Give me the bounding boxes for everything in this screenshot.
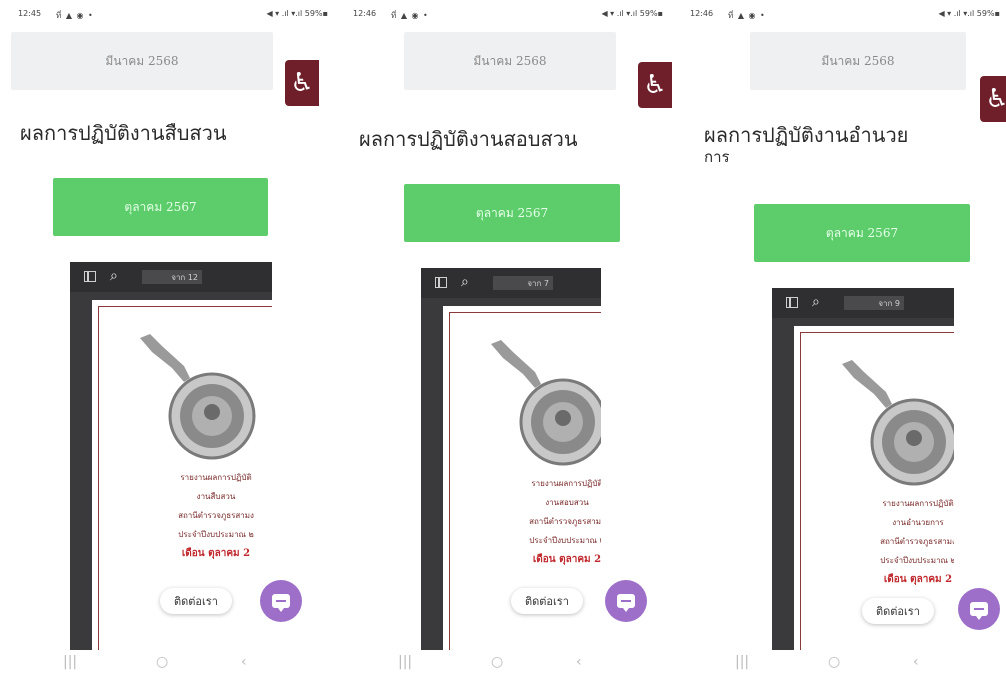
contact-button[interactable]: ติดต่อเรา xyxy=(862,598,934,624)
status-bar: 12:45 ที่ ▲ ◉ • ◀ ▾ .ıl ▾.ıl 59%▪ xyxy=(18,9,328,21)
home-button[interactable]: ○ xyxy=(156,654,168,670)
pdf-toolbar: ⌕ จาก 7 xyxy=(421,268,601,298)
month-button[interactable]: ตุลาคม 2567 xyxy=(53,178,268,236)
wheelchair-icon[interactable]: ♿ xyxy=(638,62,672,108)
doc-line-1: รายงานผลการปฏิบัติ xyxy=(882,499,954,508)
back-button[interactable]: ‹ xyxy=(913,654,919,670)
page-indicator[interactable]: จาก 12 xyxy=(142,270,202,284)
page-title-line-2: การ xyxy=(704,148,730,166)
page-title-line-1: ผลการปฏิบัติงานอำนวย xyxy=(704,123,909,147)
wheelchair-icon[interactable]: ♿ xyxy=(285,60,319,106)
chat-bubble-icon[interactable] xyxy=(260,580,302,622)
garuda-emblem xyxy=(491,340,601,466)
chat-bubble-icon[interactable] xyxy=(958,588,1000,630)
chat-bubble-icon[interactable] xyxy=(605,580,647,622)
search-icon[interactable]: ⌕ xyxy=(812,294,820,310)
doc-line-3: สถานีตำรวจภูธรสามง xyxy=(529,517,601,526)
doc-line-4: ประจำปีงบประมาณ ๒ xyxy=(178,530,254,539)
status-bar: 12:46 ที่ ▲ ◉ • ◀ ▾ .ıl ▾.ıl 59%▪ xyxy=(690,9,1000,21)
document-text: รายงานผลการปฏิบัติ งานสืบสวน สถานีตำรวจภ… xyxy=(116,468,272,563)
document-text: รายงานผลการปฏิบัติ งานอำนวยการ สถานีตำรว… xyxy=(818,494,954,589)
search-icon[interactable]: ⌕ xyxy=(110,268,118,284)
sidebar-toggle-icon[interactable] xyxy=(84,271,96,282)
page-title: ผลการปฏิบัติงานสอบสวน xyxy=(359,127,578,151)
page-title: ผลการปฏิบัติงานสืบสวน xyxy=(20,121,227,145)
doc-line-month: เดือน ตุลาคม 2 xyxy=(883,574,953,585)
doc-line-4: ประจำปีงบประมาณ ๒ xyxy=(529,536,601,545)
pdf-viewer[interactable]: ⌕ จาก 9 รายงานผลการปฏิบัติ งานอำนวยการ ส… xyxy=(772,288,954,652)
doc-line-3: สถานีตำรวจภูธรสามง xyxy=(880,537,954,546)
doc-line-month: เดือน ตุลาคม 2 xyxy=(181,548,251,559)
status-icons: ที่ ▲ ◉ • xyxy=(728,11,766,20)
status-icons: ที่ ▲ ◉ • xyxy=(391,11,429,20)
phone-screen-1: 12:45 ที่ ▲ ◉ • ◀ ▾ .ıl ▾.ıl 59%▪ มีนาคม… xyxy=(8,0,338,678)
status-battery: ◀ ▾ .ıl ▾.ıl 59%▪ xyxy=(266,9,328,18)
doc-line-4: ประจำปีงบประมาณ ๒ xyxy=(880,556,954,565)
phone-screen-3: 12:46 ที่ ▲ ◉ • ◀ ▾ .ıl ▾.ıl 59%▪ มีนาคม… xyxy=(680,0,1006,678)
home-button[interactable]: ○ xyxy=(491,654,503,670)
sidebar-toggle-icon[interactable] xyxy=(786,297,798,308)
pdf-toolbar: ⌕ จาก 9 xyxy=(772,288,954,318)
doc-line-2: งานอำนวยการ xyxy=(892,518,944,527)
doc-line-3: สถานีตำรวจภูธรสามง xyxy=(178,511,254,520)
doc-line-1: รายงานผลการปฏิบัติ xyxy=(180,473,252,482)
doc-line-2: งานสอบสวน xyxy=(545,498,589,507)
month-selector[interactable]: มีนาคม 2568 xyxy=(750,32,966,90)
document-text: รายงานผลการปฏิบัติ งานสอบสวน สถานีตำรวจภ… xyxy=(467,474,601,569)
month-selector[interactable]: มีนาคม 2568 xyxy=(11,32,273,90)
pdf-toolbar: ⌕ จาก 12 xyxy=(70,262,272,292)
status-time: 12:46 xyxy=(690,9,714,18)
contact-button[interactable]: ติดต่อเรา xyxy=(160,588,232,614)
page-title: ผลการปฏิบัติงานอำนวย การ xyxy=(704,122,908,166)
back-button[interactable]: ‹ xyxy=(241,654,247,670)
nav-bar: ||| ○ ‹ xyxy=(8,650,338,678)
status-time: 12:46 xyxy=(353,9,377,18)
garuda-emblem xyxy=(140,334,256,460)
doc-line-1: รายงานผลการปฏิบัติ xyxy=(531,479,601,488)
status-bar: 12:46 ที่ ▲ ◉ • ◀ ▾ .ıl ▾.ıl 59%▪ xyxy=(353,9,663,21)
sidebar-toggle-icon[interactable] xyxy=(435,277,447,288)
nav-bar: ||| ○ ‹ xyxy=(680,650,1006,678)
home-button[interactable]: ○ xyxy=(828,654,840,670)
status-icons: ที่ ▲ ◉ • xyxy=(56,11,94,20)
garuda-emblem xyxy=(842,360,954,486)
status-time: 12:45 xyxy=(18,9,42,18)
month-button[interactable]: ตุลาคม 2567 xyxy=(754,204,970,262)
phone-screen-2: 12:46 ที่ ▲ ◉ • ◀ ▾ .ıl ▾.ıl 59%▪ มีนาคม… xyxy=(343,0,673,678)
wheelchair-icon[interactable]: ♿ xyxy=(980,76,1006,122)
doc-line-2: งานสืบสวน xyxy=(196,492,236,501)
recents-button[interactable]: ||| xyxy=(398,654,412,670)
recents-button[interactable]: ||| xyxy=(735,654,749,670)
nav-bar: ||| ○ ‹ xyxy=(343,650,673,678)
status-battery: ◀ ▾ .ıl ▾.ıl 59%▪ xyxy=(601,9,663,18)
status-battery: ◀ ▾ .ıl ▾.ıl 59%▪ xyxy=(938,9,1000,18)
doc-line-month: เดือน ตุลาคม 2 xyxy=(532,554,601,565)
month-button[interactable]: ตุลาคม 2567 xyxy=(404,184,620,242)
search-icon[interactable]: ⌕ xyxy=(461,274,469,290)
page-indicator[interactable]: จาก 7 xyxy=(493,276,553,290)
recents-button[interactable]: ||| xyxy=(63,654,77,670)
back-button[interactable]: ‹ xyxy=(576,654,582,670)
contact-button[interactable]: ติดต่อเรา xyxy=(511,588,583,614)
page-indicator[interactable]: จาก 9 xyxy=(844,296,904,310)
month-selector[interactable]: มีนาคม 2568 xyxy=(404,32,616,90)
